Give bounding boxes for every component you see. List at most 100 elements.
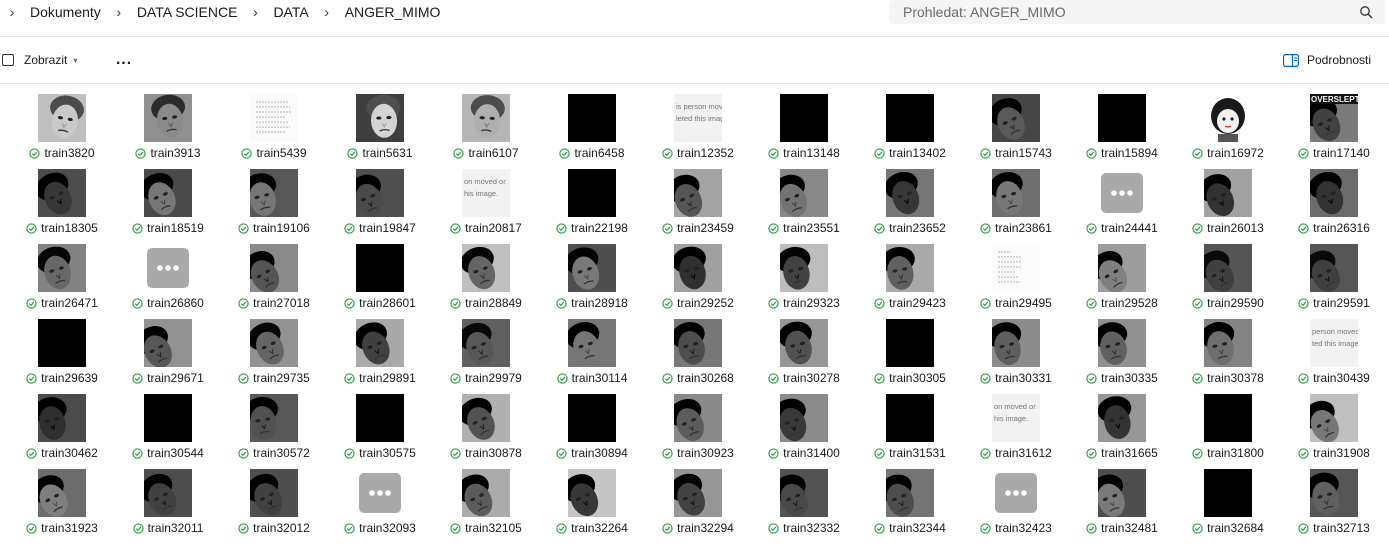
file-item[interactable]: train24441	[1069, 167, 1175, 239]
file-thumbnail[interactable]	[568, 169, 616, 217]
details-pane-button[interactable]: Podrobnosti	[1283, 50, 1371, 70]
file-thumbnail[interactable]	[250, 244, 298, 292]
file-item[interactable]: train19106	[221, 167, 327, 239]
file-item[interactable]: train22198	[539, 167, 645, 239]
file-thumbnail[interactable]	[1310, 169, 1358, 217]
file-thumbnail[interactable]	[356, 94, 404, 142]
file-item[interactable]: on moved or his image. train31612	[963, 392, 1069, 464]
chevron-right-icon[interactable]: ›	[315, 4, 339, 20]
file-item[interactable]: train23459	[645, 167, 751, 239]
file-thumbnail[interactable]	[886, 319, 934, 367]
file-thumbnail[interactable]	[356, 469, 404, 517]
file-thumbnail[interactable]	[144, 169, 192, 217]
file-thumbnail[interactable]	[674, 319, 722, 367]
file-thumbnail[interactable]	[780, 394, 828, 442]
file-thumbnail[interactable]	[1310, 394, 1358, 442]
file-item[interactable]: train6107	[433, 92, 539, 164]
file-thumbnail[interactable]	[992, 469, 1040, 517]
file-thumbnail[interactable]	[992, 244, 1040, 292]
file-item[interactable]: train23652	[857, 167, 963, 239]
file-thumbnail[interactable]	[780, 469, 828, 517]
breadcrumb-item-data-science[interactable]: DATA SCIENCE	[131, 4, 244, 20]
file-item[interactable]: train18305	[9, 167, 115, 239]
file-item[interactable]: train30572	[221, 392, 327, 464]
file-item[interactable]: train29323	[751, 242, 857, 314]
file-item[interactable]: train26013	[1175, 167, 1281, 239]
file-item[interactable]: OVERSLEPT train17140	[1281, 92, 1387, 164]
file-thumbnail[interactable]	[250, 169, 298, 217]
file-thumbnail[interactable]	[1204, 169, 1252, 217]
file-item[interactable]: train32344	[857, 467, 963, 539]
search-box[interactable]	[889, 0, 1385, 24]
file-thumbnail[interactable]	[144, 394, 192, 442]
file-item[interactable]: train16972	[1175, 92, 1281, 164]
file-thumbnail[interactable]: OVERSLEPT	[1310, 94, 1358, 142]
file-item[interactable]: train29252	[645, 242, 751, 314]
file-thumbnail[interactable]	[356, 394, 404, 442]
file-item[interactable]: train30575	[327, 392, 433, 464]
file-item[interactable]: train32423	[963, 467, 1069, 539]
file-thumbnail[interactable]: is person moved or leted this image.	[674, 94, 722, 142]
search-input[interactable]	[903, 3, 1343, 21]
file-item[interactable]: train15743	[963, 92, 1069, 164]
file-thumbnail[interactable]	[462, 469, 510, 517]
file-item[interactable]: train23551	[751, 167, 857, 239]
file-thumbnail[interactable]	[992, 94, 1040, 142]
breadcrumb-item-data[interactable]: DATA	[267, 4, 314, 20]
file-item[interactable]: train30331	[963, 317, 1069, 389]
file-item[interactable]: train18519	[115, 167, 221, 239]
file-thumbnail[interactable]	[886, 394, 934, 442]
file-item[interactable]: train31908	[1281, 392, 1387, 464]
file-thumbnail[interactable]	[250, 469, 298, 517]
file-item[interactable]: train28849	[433, 242, 539, 314]
file-item[interactable]: train6458	[539, 92, 645, 164]
file-item[interactable]: train32481	[1069, 467, 1175, 539]
file-item[interactable]: train19847	[327, 167, 433, 239]
file-item[interactable]: train29671	[115, 317, 221, 389]
file-item[interactable]: train30462	[9, 392, 115, 464]
file-item[interactable]: train13402	[857, 92, 963, 164]
file-item[interactable]: train30335	[1069, 317, 1175, 389]
file-item[interactable]: train30305	[857, 317, 963, 389]
file-item[interactable]: train30878	[433, 392, 539, 464]
file-thumbnail[interactable]	[992, 169, 1040, 217]
file-item[interactable]: train31923	[9, 467, 115, 539]
file-thumbnail[interactable]: on moved or his image.	[462, 169, 510, 217]
file-thumbnail[interactable]	[462, 94, 510, 142]
file-thumbnail[interactable]	[568, 469, 616, 517]
file-item[interactable]: train26316	[1281, 167, 1387, 239]
file-item[interactable]: train32684	[1175, 467, 1281, 539]
file-thumbnail[interactable]	[250, 94, 298, 142]
file-thumbnail[interactable]	[674, 244, 722, 292]
file-thumbnail[interactable]	[674, 169, 722, 217]
file-thumbnail[interactable]	[568, 319, 616, 367]
file-thumbnail[interactable]	[1098, 244, 1146, 292]
file-thumbnail[interactable]	[1098, 394, 1146, 442]
file-item[interactable]: train31400	[751, 392, 857, 464]
file-item[interactable]: train29591	[1281, 242, 1387, 314]
file-thumbnail[interactable]	[568, 94, 616, 142]
file-thumbnail[interactable]	[1204, 319, 1252, 367]
file-thumbnail[interactable]	[38, 469, 86, 517]
file-item[interactable]: train32011	[115, 467, 221, 539]
file-thumbnail[interactable]	[462, 394, 510, 442]
file-thumbnail[interactable]	[568, 244, 616, 292]
file-thumbnail[interactable]	[144, 469, 192, 517]
file-thumbnail[interactable]	[1098, 319, 1146, 367]
file-item[interactable]: train27018	[221, 242, 327, 314]
file-item[interactable]: train32012	[221, 467, 327, 539]
file-item[interactable]: train30923	[645, 392, 751, 464]
file-item[interactable]: person moved or ted this image. train30439	[1281, 317, 1387, 389]
breadcrumb-item-anger-mimo[interactable]: ANGER_MIMO	[339, 4, 447, 20]
file-thumbnail[interactable]: on moved or his image.	[992, 394, 1040, 442]
file-item[interactable]: train13148	[751, 92, 857, 164]
file-thumbnail[interactable]	[144, 244, 192, 292]
file-thumbnail[interactable]	[250, 319, 298, 367]
file-thumbnail[interactable]	[144, 319, 192, 367]
file-item[interactable]: train31665	[1069, 392, 1175, 464]
file-thumbnail[interactable]	[1098, 469, 1146, 517]
file-thumbnail[interactable]: person moved or ted this image.	[1310, 319, 1358, 367]
file-thumbnail[interactable]	[674, 394, 722, 442]
file-item[interactable]: train28918	[539, 242, 645, 314]
file-thumbnail[interactable]	[886, 94, 934, 142]
